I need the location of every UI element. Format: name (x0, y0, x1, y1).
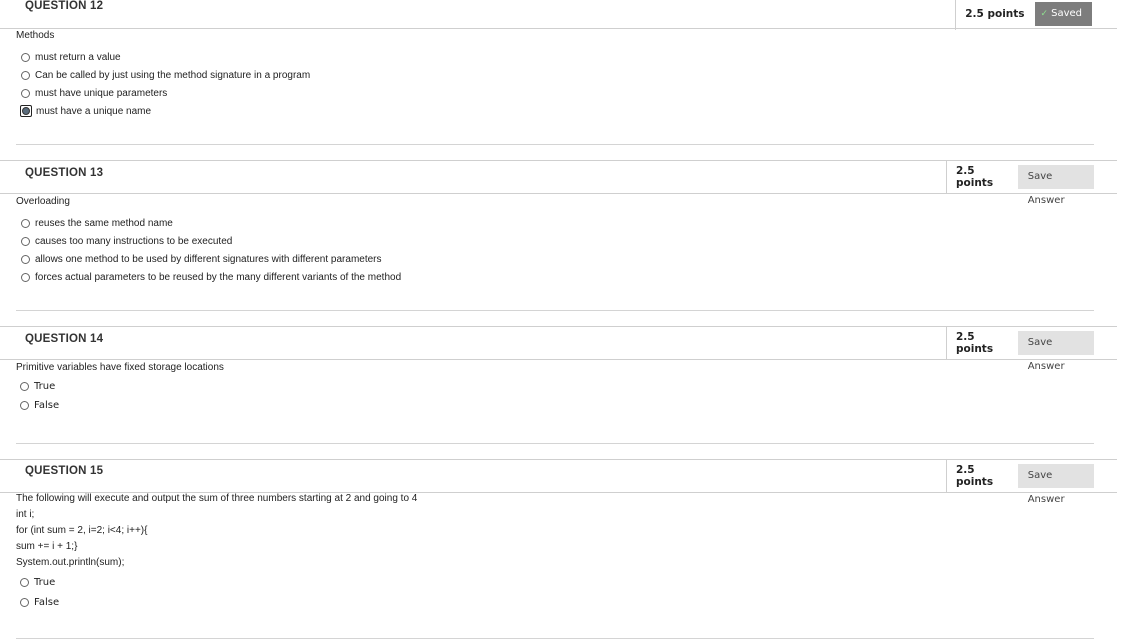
question-prompt: Overloading (16, 196, 70, 207)
separator (16, 443, 1094, 444)
separator (16, 144, 1094, 145)
answer-option[interactable]: forces actual parameters to be reused by… (16, 268, 401, 286)
points-box: 2.5 points ✓ Saved (955, 0, 1117, 30)
radio-button[interactable] (21, 236, 30, 246)
option-label: allows one method to be used by differen… (35, 253, 382, 265)
answer-option[interactable]: must have unique parameters (16, 84, 310, 102)
question-title: QUESTION 15 (25, 465, 104, 477)
radio-button-selected[interactable] (20, 105, 32, 117)
points-label: 2.5 points (965, 8, 1025, 20)
saved-button[interactable]: ✓ Saved (1034, 2, 1092, 26)
radio-button[interactable] (20, 382, 29, 391)
option-label: forces actual parameters to be reused by… (35, 271, 402, 283)
radio-button[interactable] (21, 70, 30, 80)
option-label: Can be called by just using the method s… (35, 69, 311, 81)
answer-option[interactable]: causes too many instructions to be execu… (16, 232, 401, 250)
code-line: sum += i + 1;} (16, 541, 78, 552)
radio-button[interactable] (21, 52, 30, 62)
option-label: False (34, 400, 60, 411)
answer-option[interactable]: True (16, 377, 224, 396)
answer-option[interactable]: allows one method to be used by differen… (16, 250, 401, 268)
question-title: QUESTION 14 (25, 333, 104, 345)
option-label: True (34, 381, 56, 392)
question-12-body: Methods must return a value Can be calle… (16, 28, 310, 120)
radio-button[interactable] (20, 401, 29, 410)
radio-button[interactable] (20, 597, 29, 607)
radio-button[interactable] (20, 577, 29, 587)
answer-option[interactable]: must return a value (16, 48, 310, 66)
question-title: QUESTION 13 (25, 167, 104, 179)
answer-option[interactable]: False (16, 592, 417, 612)
option-label: True (34, 576, 56, 588)
points-label: 2.5 points (956, 331, 994, 355)
option-label: must return a value (35, 51, 121, 63)
question-prompt: The following will execute and output th… (16, 493, 418, 504)
radio-dot-icon (22, 107, 30, 115)
points-label: 2.5 points (956, 464, 994, 488)
option-label: False (34, 596, 60, 608)
question-15-header: QUESTION 15 2.5 points Save Answer (0, 459, 1117, 505)
answer-options: True False (16, 572, 417, 612)
code-line: for (int sum = 2, i=2; i<4; i++){ (16, 525, 148, 536)
answer-option[interactable]: reuses the same method name (16, 214, 401, 232)
answer-option[interactable]: False (16, 396, 224, 415)
answer-options: must return a value Can be called by jus… (16, 48, 310, 120)
question-13-header: QUESTION 13 2.5 points Save Answer (0, 160, 1117, 206)
points-label: 2.5 points (956, 165, 994, 189)
question-14-header: QUESTION 14 2.5 points Save Answer (0, 326, 1117, 372)
option-label: reuses the same method name (35, 217, 173, 229)
question-12-header: QUESTION 12 2.5 points ✓ Saved (0, 0, 1117, 30)
save-answer-button[interactable]: Save Answer (1017, 464, 1094, 505)
option-label: causes too many instructions to be execu… (35, 235, 233, 247)
question-15-body: The following will execute and output th… (16, 491, 417, 612)
answer-options: reuses the same method name causes too m… (16, 214, 401, 286)
points-box: 2.5 points Save Answer (946, 327, 1117, 372)
answer-options: True False (16, 377, 224, 415)
code-line: System.out.println(sum); (16, 557, 125, 568)
save-answer-button[interactable]: Save Answer (1017, 331, 1094, 372)
option-label: must have a unique name (36, 105, 152, 117)
radio-button[interactable] (21, 272, 30, 282)
radio-button[interactable] (21, 88, 30, 98)
saved-label: Saved (1051, 8, 1082, 19)
answer-option[interactable]: Can be called by just using the method s… (16, 66, 310, 84)
separator (16, 638, 1094, 639)
code-line: int i; (16, 509, 35, 520)
option-label: must have unique parameters (35, 87, 168, 99)
save-answer-button[interactable]: Save Answer (1017, 165, 1094, 206)
question-14-body: Primitive variables have fixed storage l… (16, 360, 224, 415)
question-prompt: Methods (16, 30, 55, 41)
question-title: QUESTION 12 (25, 0, 104, 12)
answer-option[interactable]: True (16, 572, 417, 592)
points-box: 2.5 points Save Answer (946, 161, 1117, 206)
check-icon: ✓ (1040, 9, 1049, 19)
radio-button[interactable] (21, 254, 30, 264)
separator (16, 310, 1094, 311)
question-13-body: Overloading reuses the same method name … (16, 194, 401, 286)
points-box: 2.5 points Save Answer (946, 460, 1117, 505)
radio-button[interactable] (21, 218, 30, 228)
question-prompt: Primitive variables have fixed storage l… (16, 362, 224, 373)
answer-option-selected[interactable]: must have a unique name (16, 102, 310, 120)
